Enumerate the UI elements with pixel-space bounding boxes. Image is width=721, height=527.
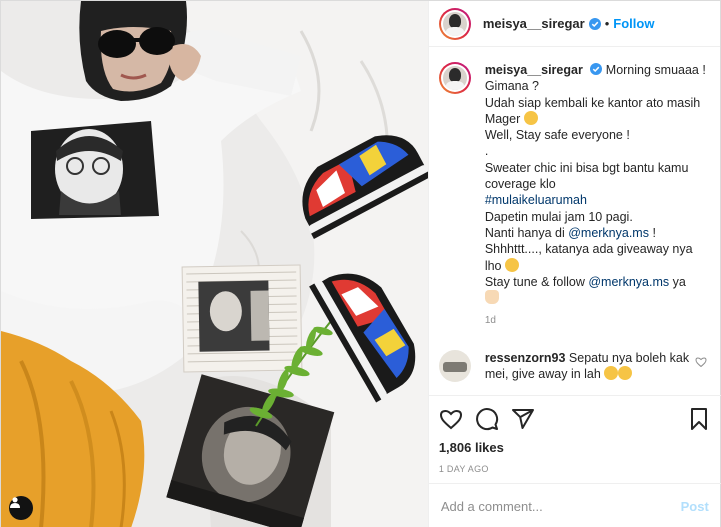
- caption-line: [484, 290, 707, 306]
- comment-input[interactable]: [440, 498, 681, 514]
- smile-emoji-icon: [604, 366, 619, 381]
- commenter-username[interactable]: ressenzorn93: [485, 351, 566, 365]
- post-photo[interactable]: [1, 1, 428, 527]
- author-username[interactable]: meisya__siregar: [483, 16, 585, 31]
- comment-item: ressenzorn93 Sepatu nya boleh kak mei, g…: [438, 350, 709, 383]
- author-avatar[interactable]: [438, 7, 471, 40]
- comment-text: ressenzorn93 Sepatu nya boleh kak mei, g…: [485, 350, 690, 382]
- comments-scroll-area[interactable]: meisya__siregar Morning smuaaa ! Gimana …: [429, 48, 721, 395]
- likes-count[interactable]: 1,806 likes: [439, 440, 711, 455]
- comment-like-icon[interactable]: [695, 356, 707, 368]
- caption-line: Stay tune & follow @merknya.ms ya: [484, 274, 686, 289]
- caption-author-avatar[interactable]: [438, 62, 471, 94]
- caption: meisya__siregar Morning smuaaa ! Gimana …: [438, 62, 709, 306]
- heart-eyes-emoji-icon: [504, 257, 519, 272]
- smile-emoji-icon: [618, 366, 633, 381]
- post-photo-illustration: [1, 1, 428, 527]
- share-icon[interactable]: [511, 407, 535, 431]
- separator-dot: •: [604, 16, 610, 31]
- mention-link[interactable]: @merknya.ms: [588, 275, 669, 289]
- caption-line: Udah siap kembali ke kantor ato masih Ma…: [484, 95, 701, 126]
- heart-icon[interactable]: [439, 407, 463, 431]
- caption-timestamp[interactable]: 1d: [485, 315, 709, 326]
- caption-line: Dapetin mulai jam 10 pagi.: [484, 209, 633, 224]
- comment-icon[interactable]: [475, 407, 499, 431]
- caption-text: meisya__siregar Morning smuaaa ! Gimana …: [484, 62, 707, 306]
- caption-line: .: [484, 144, 489, 159]
- mention-link[interactable]: @merknya.ms: [568, 226, 649, 240]
- pray-emoji-icon: [484, 290, 499, 305]
- caption-username[interactable]: meisya__siregar: [485, 63, 583, 77]
- action-icons: [439, 404, 711, 434]
- caption-line: Well, Stay safe everyone !: [484, 128, 630, 143]
- tag-user-icon[interactable]: [9, 496, 33, 520]
- instagram-post-modal: meisya__siregar • Follow meisya__siregar…: [0, 0, 721, 527]
- post-date[interactable]: 1 day ago: [439, 464, 711, 474]
- verified-badge-icon: [588, 17, 601, 30]
- verified-badge-icon: [590, 63, 603, 75]
- post-actions: 1,806 likes 1 day ago: [428, 395, 721, 474]
- save-icon[interactable]: [687, 407, 711, 431]
- add-comment-bar: Post: [428, 483, 721, 527]
- post-header: meisya__siregar • Follow: [428, 1, 720, 47]
- post-comment-button[interactable]: Post: [681, 499, 709, 514]
- smile-emoji-icon: [523, 110, 538, 125]
- caption-line: Sweater chic ini bisa bgt bantu kamu cov…: [484, 160, 689, 192]
- post-side-panel: meisya__siregar • Follow meisya__siregar…: [427, 1, 721, 527]
- caption-line: Nanti hanya di @merknya.ms !: [484, 225, 656, 240]
- hashtag-link[interactable]: #mulaikeluarumah: [485, 192, 707, 208]
- caption-line: Shhhttt...., katanya ada giveaway nya lh…: [484, 242, 693, 273]
- commenter-avatar[interactable]: [438, 350, 471, 383]
- follow-button[interactable]: Follow: [613, 16, 654, 31]
